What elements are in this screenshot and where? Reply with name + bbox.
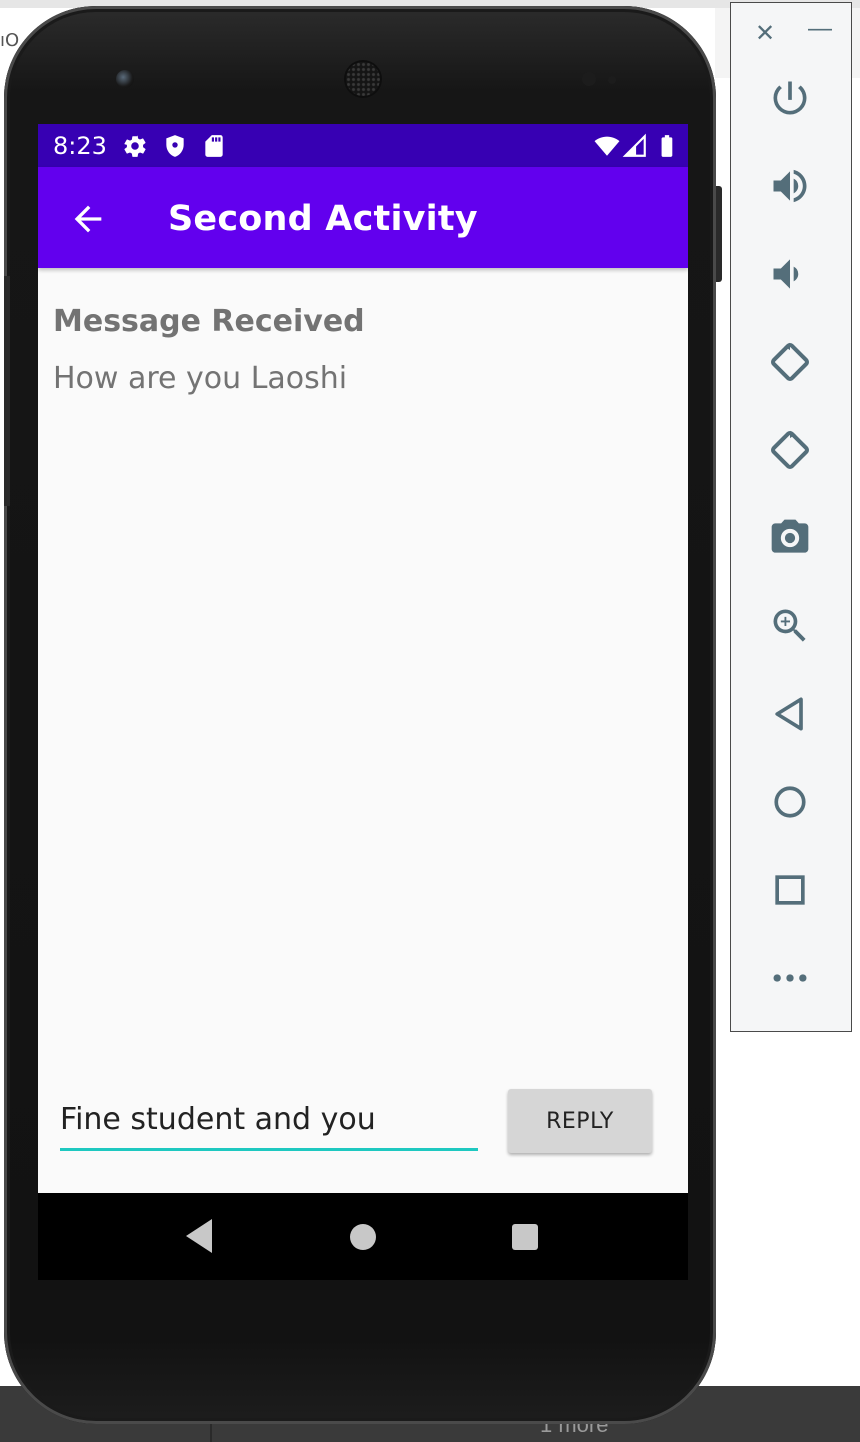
overview-icon	[775, 875, 805, 905]
sd-card-icon	[205, 135, 223, 157]
app-bar: Second Activity	[38, 167, 688, 268]
minimize-icon[interactable]: —	[808, 15, 832, 43]
back-icon	[775, 697, 803, 731]
close-icon[interactable]: ✕	[755, 19, 775, 48]
phone-frame: 8:23 Second Activity Message Received Ho…	[4, 6, 722, 1424]
background-text-fragment: ıO	[0, 30, 20, 51]
phone-screen: 8:23 Second Activity Message Received Ho…	[38, 124, 688, 1280]
recents-square-icon[interactable]	[512, 1224, 538, 1250]
battery-icon	[661, 135, 673, 157]
phone-side-button	[716, 186, 722, 282]
rotate-left-icon	[770, 342, 810, 382]
phone-edge	[4, 276, 10, 506]
zoom-button[interactable]	[765, 601, 815, 651]
earpiece-speaker	[346, 62, 380, 96]
zoom-icon	[773, 609, 806, 642]
front-camera	[116, 70, 134, 88]
emulator-toolbar: ✕ —	[730, 2, 852, 1032]
home-button[interactable]	[765, 777, 815, 827]
message-heading: Message Received	[53, 304, 365, 339]
overview-button[interactable]	[765, 865, 815, 915]
screenshot-button[interactable]	[765, 513, 815, 563]
home-circle-icon[interactable]	[350, 1224, 376, 1250]
power-button[interactable]	[765, 73, 815, 123]
volume-up-icon	[773, 169, 807, 203]
rotate-left-button[interactable]	[765, 337, 815, 387]
volume-up-button[interactable]	[765, 161, 815, 211]
status-time: 8:23	[53, 132, 107, 160]
settings-icon	[124, 135, 146, 157]
light-sensor	[608, 76, 616, 84]
reply-input[interactable]	[60, 1094, 478, 1151]
proximity-sensor	[582, 72, 596, 86]
home-icon	[774, 786, 806, 818]
rotate-right-icon	[770, 430, 810, 470]
signal-icon	[622, 133, 646, 157]
power-icon	[773, 81, 807, 115]
status-bar: 8:23	[38, 124, 688, 167]
back-triangle-icon[interactable]	[186, 1219, 212, 1253]
wifi-icon	[594, 136, 620, 156]
shield-icon	[166, 135, 184, 157]
back-button[interactable]	[765, 689, 815, 739]
arrow-back-icon[interactable]	[68, 199, 108, 239]
volume-down-icon	[773, 259, 799, 289]
more-button[interactable]	[765, 953, 815, 1003]
more-icon	[773, 974, 807, 982]
camera-icon	[771, 519, 809, 553]
rotate-right-button[interactable]	[765, 425, 815, 475]
reply-button[interactable]: REPLY	[508, 1089, 652, 1153]
received-message: How are you Laoshi	[53, 361, 348, 396]
navigation-bar	[38, 1193, 688, 1280]
page-title: Second Activity	[168, 199, 478, 239]
volume-down-button[interactable]	[765, 249, 815, 299]
